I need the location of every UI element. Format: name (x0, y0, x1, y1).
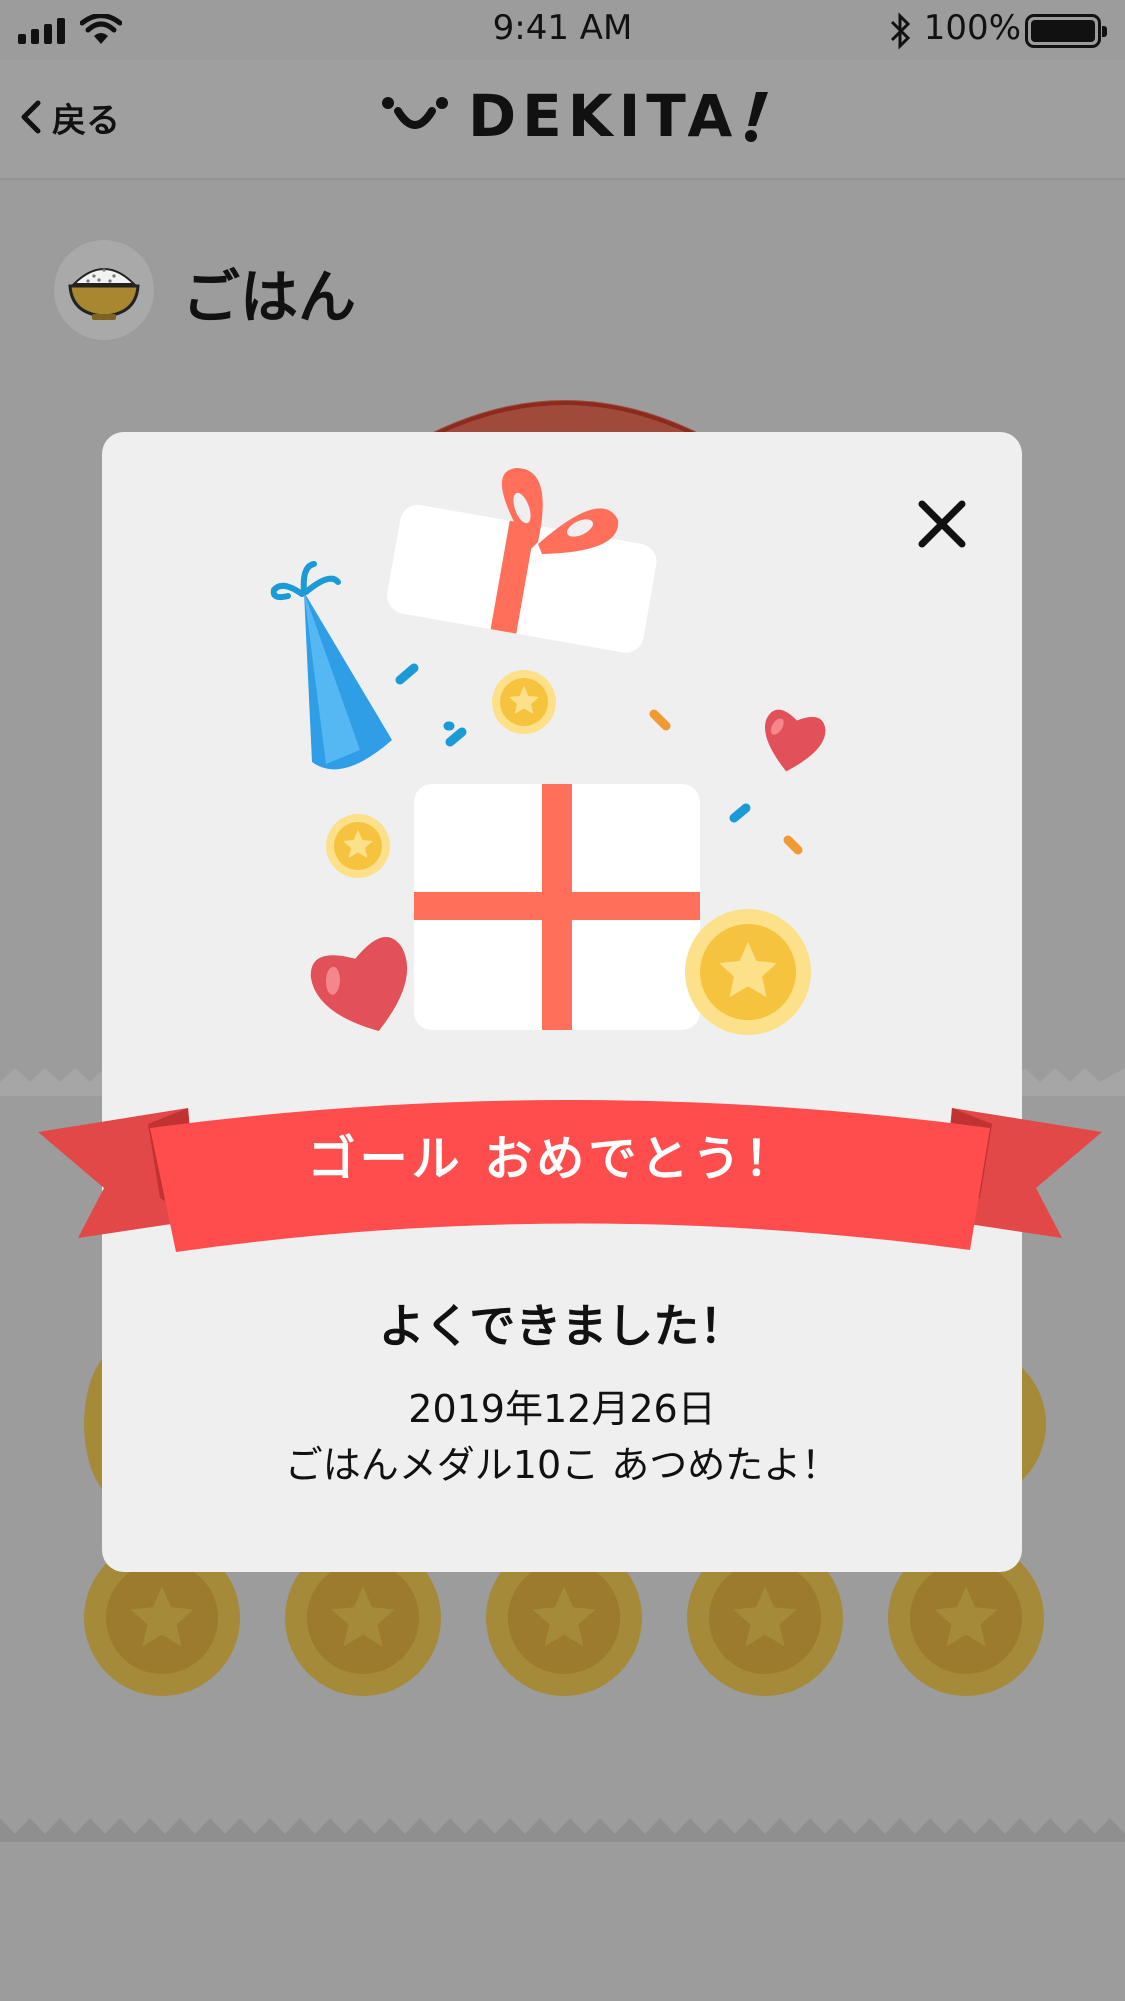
rice-bowl-icon (68, 268, 140, 320)
heart-icon-large (310, 937, 408, 1032)
app-logo: DEKITA (380, 82, 770, 150)
exclamation-icon (745, 92, 769, 142)
achievement-message: ごはんメダル10こ あつめたよ！ (284, 1443, 840, 1487)
chevron-left-icon (21, 100, 41, 134)
page-title: ごはん (182, 263, 357, 331)
smile-icon (382, 97, 448, 129)
modal-heading: よくできました！ (378, 1299, 746, 1353)
star-icon (733, 1586, 797, 1647)
achievement-date: 2019年12月26日 (408, 1387, 716, 1431)
zigzag-divider-bottom (0, 1818, 1125, 1842)
back-label: 戻る (52, 100, 120, 141)
banner-text: ゴール おめでとう！ (308, 1131, 797, 1187)
gift-illustration (270, 468, 826, 1035)
heart-icon-small (764, 709, 826, 772)
coin-large (685, 909, 811, 1035)
star-icon (532, 1586, 596, 1647)
party-hat-icon (270, 561, 392, 770)
navigation-bar: 戻る DEKITA (0, 60, 1125, 180)
coin-small-top (492, 670, 556, 734)
battery-percent: 100% (923, 8, 1021, 48)
avatar (54, 240, 154, 340)
star-icon (331, 1586, 395, 1647)
battery-icon (1025, 14, 1107, 48)
bluetooth-icon (890, 12, 911, 50)
logo-text: DEKITA (468, 82, 739, 150)
coin-small-left (326, 814, 390, 878)
gift-box (414, 784, 700, 1030)
status-bar: 9:41 AM 100% (0, 0, 1125, 60)
star-icon (130, 1586, 194, 1647)
star-icon (934, 1586, 998, 1647)
back-button[interactable]: 戻る (18, 92, 120, 142)
congrats-ribbon-banner: ゴール おめでとう！ (38, 1100, 1102, 1252)
